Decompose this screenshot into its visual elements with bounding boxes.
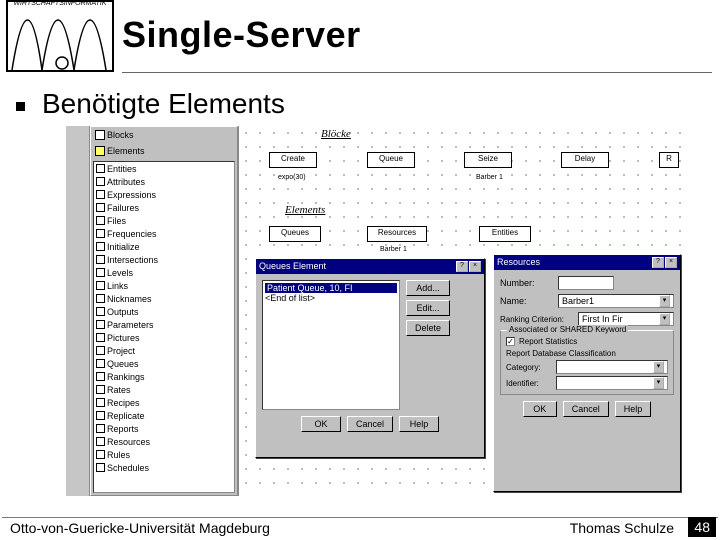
associated-fieldset: Associated or SHARED Keyword ✓ Report St… [500, 330, 674, 395]
toolbar-button[interactable] [67, 148, 87, 166]
block-queue[interactable]: Queue [367, 152, 415, 168]
list-item: Reports [94, 422, 234, 435]
list-item: Project [94, 344, 234, 357]
list-item: Rules [94, 448, 234, 461]
footer-right: Thomas Schulze [570, 520, 674, 536]
list-item[interactable]: <End of list> [265, 293, 397, 303]
dialog-title: Resources [497, 257, 540, 268]
list-item: Parameters [94, 318, 234, 331]
dialog-titlebar[interactable]: Queues Element ? × [256, 259, 484, 274]
block-create[interactable]: Create [269, 152, 317, 168]
ok-button[interactable]: OK [523, 401, 557, 417]
delete-button[interactable]: Delete [406, 320, 450, 336]
slide-title: Single-Server [122, 14, 361, 56]
list-item: Outputs [94, 305, 234, 318]
list-item: Frequencies [94, 227, 234, 240]
list-item: Schedules [94, 461, 234, 474]
list-item: Recipes [94, 396, 234, 409]
category-input[interactable]: ▾ [556, 360, 668, 374]
name-input[interactable]: Barber1 ▾ [558, 294, 674, 308]
block-sublabel: expo(30) [277, 174, 307, 181]
logo-text: WIRTSCHAFTSINFORMATIK [8, 0, 112, 7]
bullet-icon [16, 102, 25, 111]
identifier-label: Identifier: [506, 379, 550, 388]
help-button[interactable]: Help [615, 401, 652, 417]
list-item: Links [94, 279, 234, 292]
toolbar [66, 126, 90, 496]
list-item: Intersections [94, 253, 234, 266]
element-entities[interactable]: Entities [479, 226, 531, 242]
cancel-button[interactable]: Cancel [563, 401, 609, 417]
panel-header-elements[interactable]: Elements [91, 143, 237, 159]
block-delay[interactable]: Delay [561, 152, 609, 168]
embedded-screenshot: Blocks Elements Entities Attributes Expr… [66, 126, 686, 496]
list-item[interactable]: Patient Queue, 10, FI [265, 283, 397, 293]
classification-label: Report Database Classification [506, 349, 668, 358]
list-item: Attributes [94, 175, 234, 188]
close-icon[interactable]: × [469, 261, 481, 272]
element-queues[interactable]: Queues [269, 226, 321, 242]
list-item: Pictures [94, 331, 234, 344]
logo: WIRTSCHAFTSINFORMATIK [6, 0, 114, 72]
add-button[interactable]: Add... [406, 280, 450, 296]
queues-listbox[interactable]: Patient Queue, 10, FI <End of list> [262, 280, 400, 410]
ranking-label: Ranking Criterion: [500, 315, 572, 324]
edit-button[interactable]: Edit... [406, 300, 450, 316]
report-checkbox[interactable]: ✓ [506, 337, 515, 346]
identifier-input[interactable]: ▾ [556, 376, 668, 390]
list-item: Failures [94, 201, 234, 214]
list-item: Files [94, 214, 234, 227]
list-item: Rankings [94, 370, 234, 383]
model-canvas[interactable]: Blöcke Create Queue Seize Delay R expo(3… [238, 126, 686, 496]
resources-dialog: Resources ? × Number: Name: Barber1 ▾ [493, 254, 681, 492]
fieldset-legend: Associated or SHARED Keyword [507, 325, 628, 334]
block-seize[interactable]: Seize [464, 152, 512, 168]
footer: Otto-von-Guericke-Universität Magdeburg … [4, 516, 716, 538]
number-input[interactable] [558, 276, 614, 290]
help-icon[interactable]: ? [456, 261, 468, 272]
title-underline [122, 72, 712, 73]
block-release[interactable]: R [659, 152, 679, 168]
help-icon[interactable]: ? [652, 257, 664, 268]
toolbar-button[interactable] [67, 167, 87, 185]
project-panel: Blocks Elements Entities Attributes Expr… [90, 126, 238, 496]
panel-list[interactable]: Entities Attributes Expressions Failures… [93, 161, 235, 493]
toolbar-button[interactable] [67, 186, 87, 204]
report-label: Report Statistics [519, 337, 577, 346]
name-label: Name: [500, 296, 552, 306]
page-number: 48 [688, 517, 716, 537]
toolbar-button[interactable] [67, 129, 87, 147]
list-item: Queues [94, 357, 234, 370]
category-label: Category: [506, 363, 550, 372]
section-label-elements: Elements [283, 204, 327, 216]
list-item: Rates [94, 383, 234, 396]
list-item: Entities [94, 162, 234, 175]
cancel-button[interactable]: Cancel [347, 416, 393, 432]
chevron-down-icon[interactable]: ▾ [659, 313, 670, 325]
ranking-input[interactable]: First In Fir ▾ [578, 312, 674, 326]
footer-left: Otto-von-Guericke-Universität Magdeburg [10, 520, 270, 536]
element-sublabel: Barber 1 [379, 246, 408, 253]
chevron-down-icon[interactable]: ▾ [659, 295, 670, 307]
chevron-down-icon[interactable]: ▾ [653, 377, 664, 389]
queues-dialog: Queues Element ? × Patient Queue, 10, FI… [255, 258, 485, 458]
list-item: Replicate [94, 409, 234, 422]
list-item: Levels [94, 266, 234, 279]
list-item: Nicknames [94, 292, 234, 305]
ok-button[interactable]: OK [301, 416, 341, 432]
chevron-down-icon[interactable]: ▾ [653, 361, 664, 373]
section-label-blocks: Blöcke [319, 128, 353, 140]
element-resources[interactable]: Resources [367, 226, 427, 242]
dialog-titlebar[interactable]: Resources ? × [494, 255, 680, 270]
list-item: Expressions [94, 188, 234, 201]
number-label: Number: [500, 278, 552, 288]
panel-header-blocks[interactable]: Blocks [91, 127, 237, 143]
help-button[interactable]: Help [399, 416, 439, 432]
close-icon[interactable]: × [665, 257, 677, 268]
block-sublabel: Barber 1 [475, 174, 504, 181]
slide-subtitle: Benötigte Elements [42, 88, 285, 120]
list-item: Resources [94, 435, 234, 448]
dialog-title: Queues Element [259, 261, 326, 272]
list-item: Initialize [94, 240, 234, 253]
